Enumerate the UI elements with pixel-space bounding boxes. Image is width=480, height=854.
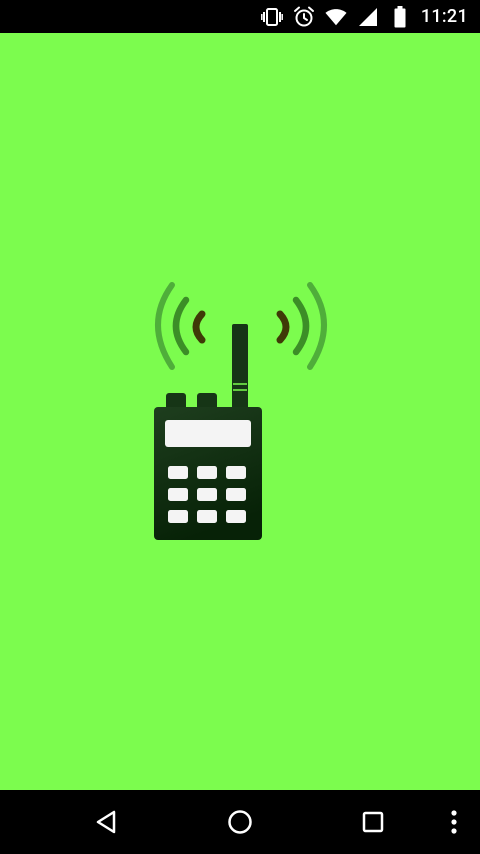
battery-icon [389,5,411,28]
home-button[interactable] [208,790,272,854]
home-icon [228,810,252,834]
status-time: 11:21 [420,6,468,27]
navigation-bar [0,790,480,854]
splash-content [0,33,480,790]
back-button[interactable] [75,790,139,854]
menu-overflow-button[interactable] [436,790,472,854]
alarm-icon [293,6,315,28]
screen: 11:21 [0,0,480,854]
recents-button[interactable] [341,790,405,854]
wifi-icon [325,6,347,28]
cell-signal-icon [357,6,379,28]
menu-overflow-icon [451,810,457,834]
vibrate-icon [260,6,283,28]
recents-icon [362,811,384,833]
back-icon [96,810,116,834]
status-bar: 11:21 [0,0,480,33]
walkie-talkie-icon [154,282,327,540]
